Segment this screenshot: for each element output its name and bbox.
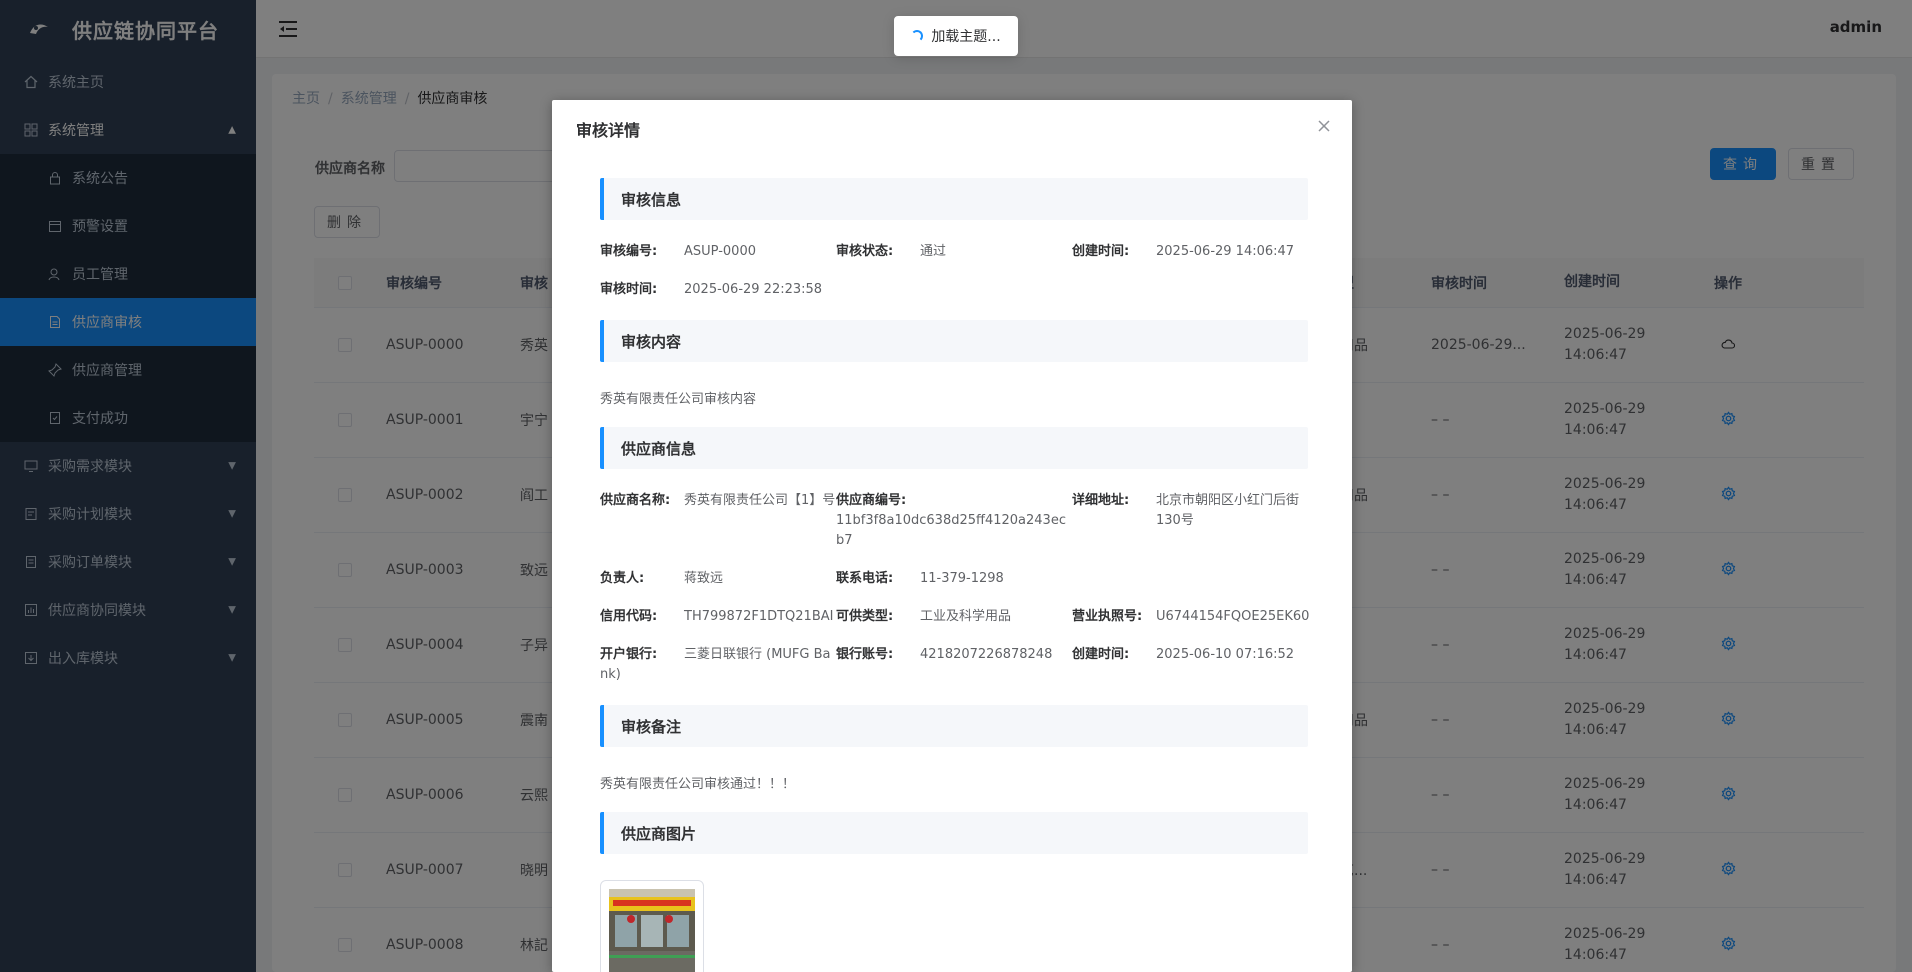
close-icon[interactable] xyxy=(1316,118,1332,134)
audit-time-value: 2025-06-29 22:23:58 xyxy=(684,282,823,297)
created-time-value: 2025-06-29 14:06:47 xyxy=(1156,244,1295,259)
audit-info-grid: 审核编号: ASUP-0000 审核状态: 通过 创建时间: 2025-06-29 1… xyxy=(600,220,1308,320)
section-supplier-info: 供应商信息 xyxy=(600,427,1308,469)
phone-label: 联系电话: xyxy=(836,571,894,586)
license-value: U6744154FQOE25EK60 xyxy=(1156,609,1310,624)
account-label: 银行账号: xyxy=(836,647,894,662)
created-time-label: 创建时间: xyxy=(1072,244,1130,259)
storefront-image xyxy=(609,889,695,972)
dialog-title: 审核详情 xyxy=(576,121,641,140)
owner-label: 负责人: xyxy=(600,571,645,586)
audit-detail-dialog: 审核详情 审核信息 审核编号: ASUP-0000 审核状态: 通过 创建时间: 20… xyxy=(552,100,1352,972)
audit-no-label: 审核编号: xyxy=(600,244,658,259)
status-badge: 通过 xyxy=(920,244,947,259)
account-value: 4218207226878248 xyxy=(920,647,1053,662)
supplier-image-thumbnail[interactable] xyxy=(600,880,704,972)
address-value: 北京市朝阳区小红门后街130号 xyxy=(1156,493,1300,528)
bank-label: 开户银行: xyxy=(600,647,658,662)
license-label: 营业执照号: xyxy=(1072,609,1143,624)
supplier-name-label: 供应商名称: xyxy=(600,493,671,508)
audit-remark-text: 秀英有限责任公司审核通过！！！ xyxy=(600,777,796,792)
section-audit-content: 审核内容 xyxy=(600,320,1308,362)
section-supplier-image: 供应商图片 xyxy=(600,812,1308,854)
audit-content-text: 秀英有限责任公司审核内容 xyxy=(600,392,757,407)
toast-text: 加载主题... xyxy=(931,29,1001,45)
supplier-created-label: 创建时间: xyxy=(1072,647,1130,662)
supplier-info-grid: 供应商名称: 秀英有限责任公司【1】号 供应商编号: 11bf3f8a10dc638… xyxy=(600,469,1310,705)
section-audit-remark: 审核备注 xyxy=(600,705,1308,747)
loading-spinner-icon xyxy=(911,30,924,42)
audit-status-label: 审核状态: xyxy=(836,244,894,259)
address-label: 详细地址: xyxy=(1072,493,1130,508)
phone-value: 11-379-1298 xyxy=(920,571,1004,586)
dialog-body: 审核信息 审核编号: ASUP-0000 审核状态: 通过 创建时间: 2025-06… xyxy=(600,178,1310,972)
supply-type-value: 工业及科学用品 xyxy=(920,609,1012,624)
supplier-code-value: 11bf3f8a10dc638d25ff4120a243ecb7 xyxy=(836,513,1066,548)
section-audit-info: 审核信息 xyxy=(600,178,1308,220)
credit-code-label: 信用代码: xyxy=(600,609,658,624)
supplier-code-label: 供应商编号: xyxy=(836,493,907,508)
supply-type-label: 可供类型: xyxy=(836,609,894,624)
supplier-name-value: 秀英有限责任公司【1】号 xyxy=(684,493,836,508)
audit-no-value: ASUP-0000 xyxy=(684,244,756,259)
supplier-created-value: 2025-06-10 07:16:52 xyxy=(1156,647,1295,662)
audit-time-label: 审核时间: xyxy=(600,282,658,297)
loading-toast: 加载主题... xyxy=(894,16,1018,56)
credit-code-value: TH799872F1DTQ21BAI xyxy=(684,609,834,624)
owner-value: 蒋致远 xyxy=(684,571,724,586)
